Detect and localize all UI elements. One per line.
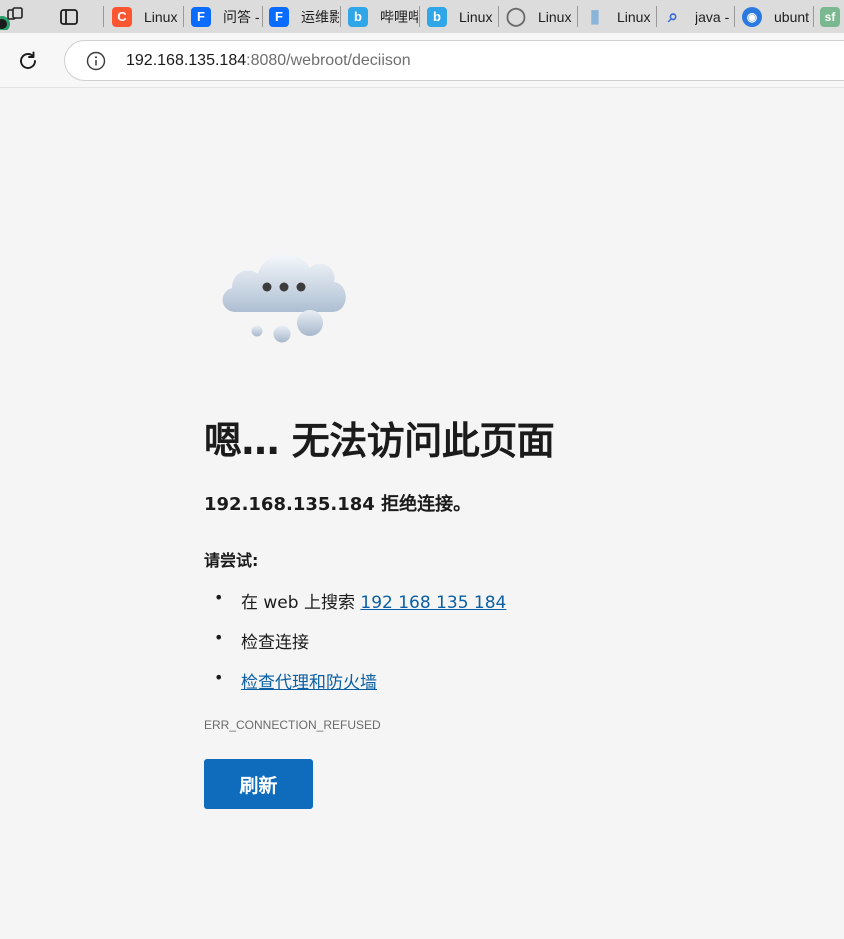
- suggestion-search: • 在 web 上搜索 192 168 135 184: [214, 588, 506, 628]
- tab-5[interactable]: ◯ Linux: [506, 0, 578, 33]
- error-subheading: 192.168.135.184 拒绝连接。: [204, 494, 472, 515]
- tab-title: ubunt: [774, 8, 810, 25]
- reload-icon[interactable]: [16, 49, 40, 73]
- error-heading: 嗯… 无法访问此页面: [204, 419, 555, 463]
- bullet-icon: •: [214, 588, 224, 607]
- url-host: 192.168.135.184: [126, 52, 247, 69]
- refresh-button[interactable]: 刷新: [204, 759, 313, 809]
- tab-strip: C Linux F 问答 - F 运维影 b 哔哩哔 b Linux ◯ Lin…: [0, 0, 844, 33]
- try-label: 请尝试:: [204, 551, 259, 570]
- search-web-link[interactable]: 192 168 135 184: [360, 593, 506, 613]
- tab-0[interactable]: C Linux: [112, 0, 184, 33]
- globe-icon: ◯: [505, 6, 527, 26]
- url-path: :8080/webroot/deciison: [246, 52, 411, 69]
- tab-title: Linux: [538, 8, 572, 25]
- suggestion-check-connection: • 检查连接: [214, 628, 506, 668]
- tab-title: 哔哩哔: [380, 8, 418, 25]
- tab-actions-icon[interactable]: [59, 7, 79, 27]
- tab-title: Linux: [617, 8, 651, 25]
- tab-8[interactable]: ◉ ubunt: [742, 0, 814, 33]
- search-icon: ⌕: [667, 6, 679, 26]
- error-cloud-illustration: [214, 244, 354, 348]
- tab-title: Linux: [459, 8, 493, 25]
- tab-1[interactable]: F 问答 -: [191, 0, 263, 33]
- bilibili-icon: b: [348, 6, 368, 27]
- tab-title: 运维影: [301, 8, 339, 25]
- search-prefix: 在 web 上搜索: [241, 593, 361, 613]
- tab-4[interactable]: b Linux: [427, 0, 499, 33]
- address-url[interactable]: 192.168.135.184:8080/webroot/deciison: [126, 52, 411, 70]
- segmentfault-icon: sf: [820, 6, 840, 27]
- tab-9[interactable]: sf: [820, 0, 844, 33]
- ubuntu-icon: ◉: [742, 6, 762, 27]
- site-icon: ▮: [590, 6, 600, 26]
- csdn-icon: C: [112, 6, 132, 27]
- suggestion-check-proxy: • 检查代理和防火墙: [214, 668, 506, 708]
- tab-title: java -: [695, 8, 730, 25]
- tab-title: Linux: [144, 8, 178, 25]
- tencent-cloud-icon: F: [191, 6, 211, 27]
- check-proxy-link[interactable]: 检查代理和防火墙: [241, 673, 377, 693]
- bullet-icon: •: [214, 628, 224, 647]
- workspaces-icon[interactable]: [0, 4, 26, 32]
- bilibili-icon: b: [427, 6, 447, 27]
- browser-toolbar: 192.168.135.184:8080/webroot/deciison: [0, 33, 844, 88]
- address-bar[interactable]: 192.168.135.184:8080/webroot/deciison: [64, 40, 844, 81]
- tab-divider: [103, 6, 104, 27]
- check-connection-text: 检查连接: [241, 633, 309, 653]
- error-code: ERR_CONNECTION_REFUSED: [204, 718, 381, 732]
- tab-title: 问答 -: [223, 8, 260, 25]
- tab-3[interactable]: b 哔哩哔: [348, 0, 420, 33]
- bullet-icon: •: [214, 668, 224, 687]
- suggestion-list: • 在 web 上搜索 192 168 135 184 • 检查连接 • 检查代理和防…: [214, 588, 506, 708]
- tab-6[interactable]: ▮ Linux: [585, 0, 657, 33]
- tab-2[interactable]: F 运维影: [269, 0, 341, 33]
- tencent-cloud-icon: F: [269, 6, 289, 27]
- site-info-icon[interactable]: [86, 51, 106, 71]
- tab-7[interactable]: ⌕ java -: [663, 0, 735, 33]
